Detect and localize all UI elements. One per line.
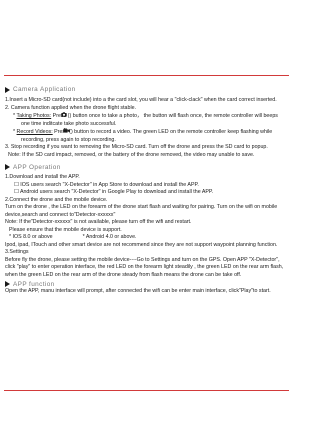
app-step-2-note: Note: If the"Detector-xxxxxx" is not ava… bbox=[5, 219, 192, 226]
ios-download-text: IOS users search "X-Detector" in App Sto… bbox=[20, 181, 199, 188]
app-function-heading: APP function bbox=[5, 280, 287, 288]
camera-heading-text: Camera Application bbox=[13, 86, 76, 94]
triangle-bullet-icon bbox=[5, 281, 10, 288]
camera-step-2: 2. Camera function applied when the dron… bbox=[5, 104, 137, 111]
app-step-2-support: Please ensure that the mobile device is … bbox=[9, 226, 122, 233]
taking-photos-label: Taking Photos: bbox=[16, 113, 52, 120]
camera-step-1: 1.Insert a Micro-SD card(not include) in… bbox=[5, 97, 277, 103]
android-download-item: ☐ Android users search "X-Detector" in G… bbox=[14, 189, 214, 196]
requirement-android: Android 4.0 or above. bbox=[85, 234, 137, 241]
app-function-body: Open the APP, manu interface will prompt… bbox=[5, 288, 271, 295]
record-videos-item: * Record Videos: Press () button to reco… bbox=[13, 128, 273, 143]
unsupported-devices-note: Ipod, ipad, ITouch and other smart devic… bbox=[5, 241, 278, 248]
app-step-1: 1.Download and install the APP. bbox=[5, 174, 80, 181]
app-step-3-body: Before fly the drone, please setting the… bbox=[5, 256, 284, 278]
top-divider bbox=[4, 75, 289, 76]
triangle-bullet-icon bbox=[5, 87, 10, 93]
bottom-divider bbox=[4, 390, 289, 391]
android-download-text: Android users search "X-Detector" in Goo… bbox=[19, 189, 214, 196]
camera-note: Note: If the SD card impact, removed, or… bbox=[8, 151, 255, 158]
record-videos-label: Record Videos: bbox=[16, 129, 53, 136]
requirement-ios: IOS 8.0 or above bbox=[12, 234, 53, 241]
camera-section-heading: Camera Application bbox=[5, 86, 287, 94]
ios-download-item: ☐ IOS users search "X-Detector" in App S… bbox=[14, 181, 199, 188]
app-operation-heading-text: APP Operation bbox=[13, 163, 61, 171]
manual-content: Camera Application 1.Insert a Micro-SD c… bbox=[5, 86, 287, 296]
manual-page: Camera Application 1.Insert a Micro-SD c… bbox=[0, 0, 293, 422]
camera-step-3: 3. Stop recording if you want to removin… bbox=[5, 144, 268, 151]
app-step-2: 2.Connect the drone and the mobile devic… bbox=[5, 196, 108, 203]
device-requirements: * IOS 8.0 or above * Android 4.0 or above… bbox=[9, 234, 137, 241]
taking-photos-item: * Taking Photos: Press () button once to… bbox=[13, 112, 278, 127]
app-step-3: 3.Settings bbox=[5, 249, 29, 256]
triangle-bullet-icon bbox=[5, 164, 10, 171]
app-operation-heading: APP Operation bbox=[5, 163, 287, 171]
app-step-2-body: Turn on the drone , the LED on the forea… bbox=[5, 204, 278, 218]
